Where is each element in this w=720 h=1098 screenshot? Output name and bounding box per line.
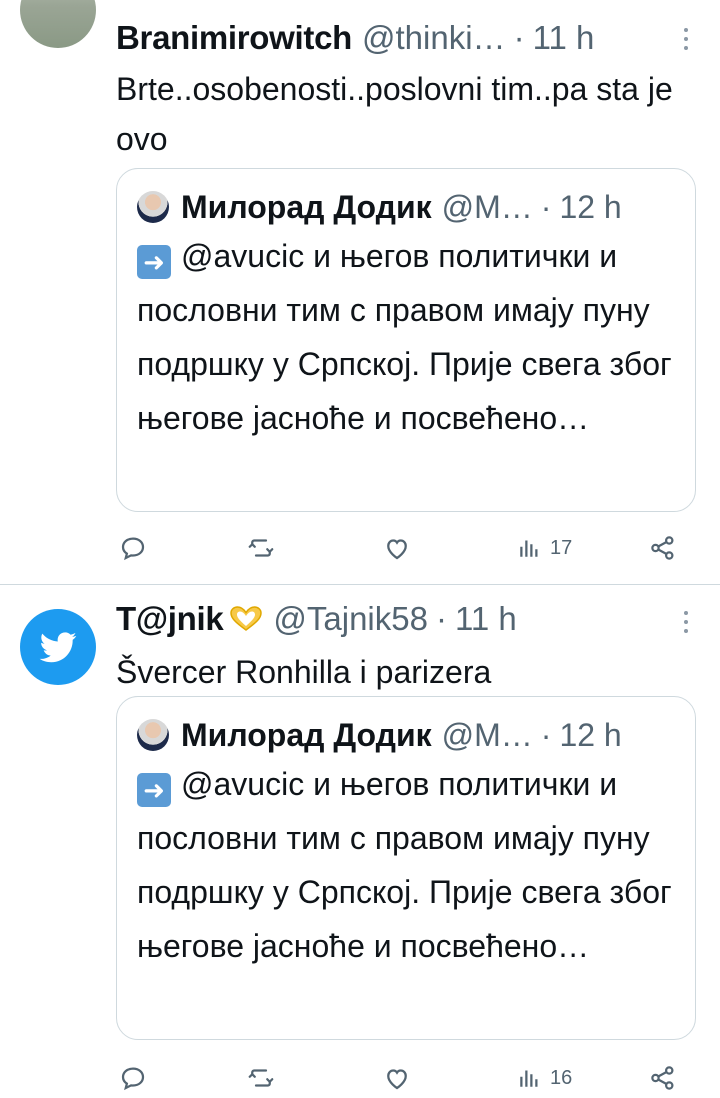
separator-dot: · — [540, 716, 552, 753]
quote-author-name: Милорад Додик — [181, 188, 432, 225]
timestamp[interactable]: 11 h — [455, 600, 517, 638]
author-name[interactable]: T@jnik — [116, 600, 224, 638]
views-button[interactable]: 16 — [514, 1058, 572, 1098]
quote-text: @avucic и његов политички и пословни тим… — [137, 766, 672, 964]
quote-header: Милорад Додик @M… · 12 h — [137, 185, 677, 229]
avatar[interactable] — [20, 609, 96, 685]
like-icon — [387, 539, 407, 560]
author-handle[interactable]: @thinki… — [362, 19, 506, 57]
like-button[interactable] — [382, 1058, 412, 1098]
quote-author-name: Милорад Додик — [181, 716, 432, 753]
timestamp[interactable]: 11 h — [533, 19, 595, 57]
author-handle[interactable]: @Tajnik58 — [273, 600, 428, 638]
more-icon[interactable] — [676, 597, 696, 647]
tweet-header: Branimirowitch @thinki… · 11 h — [116, 16, 700, 60]
share-icon — [651, 536, 674, 560]
share-icon — [651, 1066, 674, 1090]
views-icon — [520, 1070, 538, 1087]
heart-hands-emoji — [230, 606, 263, 631]
quote-author-handle: @M… — [441, 716, 533, 753]
views-count: 17 — [550, 536, 573, 559]
views-icon — [520, 540, 538, 557]
retweet-icon — [248, 539, 274, 557]
tweet[interactable]: Branimirowitch @thinki… · 11 h Brte..oso… — [0, 0, 720, 584]
like-icon — [387, 1069, 407, 1090]
views-button[interactable]: 17 — [514, 528, 572, 568]
quote-author-handle: @M… — [441, 188, 533, 225]
views-count: 16 — [550, 1066, 573, 1089]
quote-timestamp: 12 h — [559, 716, 622, 753]
right-arrow-emoji: ➜ — [137, 245, 171, 279]
quote-avatar — [137, 719, 169, 751]
quote-timestamp: 12 h — [559, 188, 622, 225]
quote-avatar — [137, 191, 169, 223]
author-name[interactable]: Branimirowitch — [116, 19, 352, 57]
separator-dot: · — [540, 188, 552, 225]
reply-button[interactable] — [118, 1058, 148, 1098]
quote-text-block: ➜ @avucic и његов политички и пословни ти… — [137, 229, 675, 445]
reply-icon — [121, 537, 145, 561]
like-button[interactable] — [382, 528, 412, 568]
reply-icon — [121, 1067, 145, 1091]
separator-dot: · — [435, 600, 447, 637]
action-bar: 17 — [116, 528, 696, 568]
share-button[interactable] — [648, 1058, 678, 1098]
quoted-tweet[interactable]: Милорад Додик @M… · 12 h ➜ @avucic и њего… — [116, 696, 696, 1040]
retweet-icon — [248, 1069, 274, 1087]
action-bar: 16 — [116, 1058, 696, 1098]
quote-text: @avucic и његов политички и пословни тим… — [137, 238, 672, 436]
retweet-button[interactable] — [246, 528, 276, 568]
tweet[interactable]: T@jnik @Tajnik58 · 11 h Švercer Ronhilla… — [0, 585, 720, 1095]
share-button[interactable] — [648, 528, 678, 568]
tweet-text: Švercer Ronhilla i parizera — [116, 654, 492, 690]
reply-button[interactable] — [118, 528, 148, 568]
more-icon[interactable] — [676, 14, 696, 64]
avatar[interactable] — [20, 0, 96, 48]
tweet-header: T@jnik @Tajnik58 · 11 h — [116, 597, 700, 641]
twitter-bird-icon — [39, 632, 77, 663]
quoted-tweet[interactable]: Милорад Додик @M… · 12 h ➜ @avucic и њего… — [116, 168, 696, 512]
right-arrow-emoji: ➜ — [137, 773, 171, 807]
tweet-text: Brte..osobenosti..poslovni tim..pa sta j… — [116, 71, 673, 157]
retweet-button[interactable] — [246, 1058, 276, 1098]
quote-header: Милорад Додик @M… · 12 h — [137, 713, 677, 757]
separator-dot: · — [513, 19, 525, 56]
quote-text-block: ➜ @avucic и његов политички и пословни ти… — [137, 757, 675, 973]
